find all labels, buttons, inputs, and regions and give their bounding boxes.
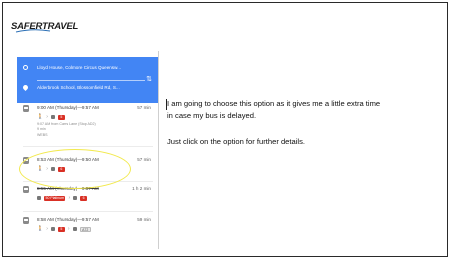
swap-direction-icon[interactable]: ⇅: [146, 75, 152, 83]
note-line-3: Just click on the option for further det…: [167, 137, 306, 146]
logo-swoosh-icon: [15, 29, 51, 33]
note-line-2: in case my bus is delayed.: [167, 111, 257, 120]
route-number-badge: A72: [79, 226, 91, 232]
walk-icon: 🚶: [37, 226, 44, 232]
route-number-badge: 5: [57, 226, 65, 232]
note-line-1: I am going to choose this option as it g…: [167, 99, 381, 108]
slide-frame: SAFERTRAVEL Lloyd House, Colmore Circus …: [2, 2, 448, 257]
route-divider: [23, 146, 153, 147]
route-steps: 50 Platinum › 6: [37, 195, 88, 201]
safertravel-logo: SAFERTRAVEL: [11, 17, 78, 35]
bus-mini-icon: [50, 227, 55, 231]
bus-mini-icon: [72, 227, 77, 231]
origin-circle-icon: [23, 65, 28, 70]
bus-mini-icon: [37, 196, 41, 200]
route-steps: 🚶 › 5 › A72: [37, 226, 91, 232]
route-number-badge: 50 Platinum: [44, 195, 66, 201]
bus-icon: [23, 105, 29, 112]
route-steps: 🚶 › 5: [37, 114, 65, 120]
highlight-ellipse: [19, 149, 131, 189]
bus-mini-icon: [50, 115, 55, 119]
bus-icon: [23, 186, 29, 193]
chevron-right-icon: ›: [46, 226, 48, 232]
chevron-right-icon: ›: [67, 226, 70, 232]
route-number-badge: 6: [80, 195, 88, 201]
bus-mini-icon: [73, 196, 78, 200]
route-search-bar: Lloyd House, Colmore Circus Queensw... A…: [17, 57, 158, 103]
route-option-4[interactable]: 8:58 AM (Thursday)—9:57 AM 59 min 🚶 › 5 …: [23, 217, 157, 239]
chevron-right-icon: ›: [68, 195, 71, 201]
chevron-right-icon: ›: [46, 114, 48, 120]
route-option-3[interactable]: 8:55 AM (Thursday)—9:57 AM 1 h 2 min 50 …: [23, 186, 157, 208]
route-number-badge: 5: [57, 114, 65, 120]
route-divider: [23, 211, 153, 212]
walk-icon: 🚶: [37, 114, 44, 120]
destination-pin-icon: [21, 83, 30, 92]
origin-field[interactable]: Lloyd House, Colmore Circus Queensw...: [23, 65, 121, 70]
bus-icon: [23, 217, 29, 224]
field-divider: [37, 80, 145, 81]
route-option-1[interactable]: 9:00 AM (Thursday)—9:57 AM 57 min 🚶 › 5 …: [23, 105, 157, 145]
destination-field[interactable]: Alderbrook School, Blossomfield Rd, S...: [21, 83, 120, 92]
